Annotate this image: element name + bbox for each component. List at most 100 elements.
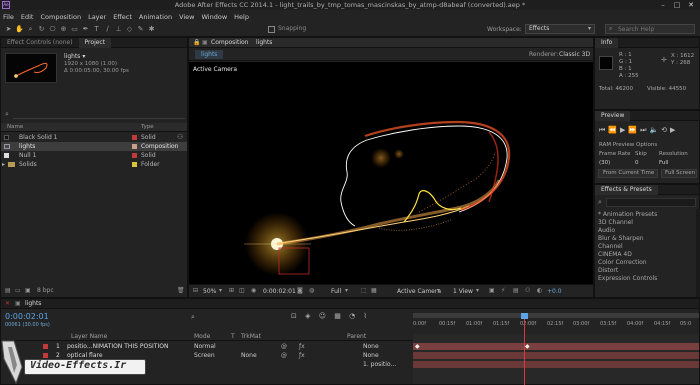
renderer-value[interactable]: Classic 3D (559, 51, 590, 58)
menu-animation[interactable]: Animation (139, 13, 172, 21)
snapping-checkbox[interactable] (268, 26, 275, 33)
graph-editor-icon[interactable]: ⌇ (363, 312, 369, 320)
effects-category[interactable]: Blur & Sharpen (598, 235, 644, 243)
from-current-time-checkbox[interactable]: From Current Time (603, 170, 654, 176)
project-item-black-solid[interactable]: Black Solid 1 Solid (1, 133, 187, 142)
timeline-tab[interactable]: lights (25, 300, 41, 307)
track-area[interactable]: ◆ ◆ (413, 334, 699, 384)
effects-category[interactable]: Expression Controls (598, 275, 657, 283)
eraser-tool-icon[interactable]: ◇ (125, 25, 134, 34)
col-trkmat[interactable]: TrkMat (241, 333, 261, 340)
reset-exposure-icon[interactable]: ◐ (537, 287, 542, 294)
comp-tab-name[interactable]: lights (256, 39, 272, 46)
lock-icon[interactable]: 🔒 (193, 39, 200, 46)
interpret-footage-icon[interactable]: ▤ (5, 287, 11, 294)
pen-tool-icon[interactable]: ✒ (81, 25, 90, 34)
bpc-label[interactable]: 8 bpc (37, 287, 54, 294)
safe-zones-icon[interactable]: ⊞ (229, 287, 234, 294)
effects-search-input[interactable] (606, 198, 696, 207)
keyframe-icon[interactable]: ◆ (525, 343, 530, 350)
toggle-pixel-icon[interactable]: ▣ (489, 287, 495, 294)
zoom-tool-icon[interactable]: ⌕ (26, 25, 35, 34)
keyframe-icon[interactable]: ◆ (415, 343, 420, 350)
tab-preview[interactable]: Preview (595, 110, 631, 121)
shy-icon[interactable]: ☺ (319, 312, 329, 320)
new-comp-icon[interactable]: ▣ (25, 287, 31, 294)
next-frame-icon[interactable]: ⏩ (628, 126, 640, 134)
layer-parent[interactable]: 1. positio... (363, 361, 396, 368)
timeline-search-icon[interactable]: ⌕ (191, 313, 199, 321)
work-area-bar[interactable] (413, 313, 699, 318)
hand-tool-icon[interactable]: ✋ (15, 25, 24, 34)
clone-tool-icon[interactable]: ⊥ (114, 25, 123, 34)
menu-view[interactable]: View (179, 13, 194, 21)
always-preview-icon[interactable]: ⊟ (193, 287, 198, 294)
menu-help[interactable]: Help (234, 13, 249, 21)
layer-parent[interactable]: None (363, 352, 379, 359)
tab-effect-controls[interactable]: Effect Controls (none) (1, 38, 79, 48)
project-search-input[interactable] (13, 110, 185, 119)
skip-select[interactable]: 0 (635, 160, 639, 166)
timeline-icon[interactable]: ▤ (513, 287, 519, 294)
roto-brush-icon[interactable]: ✎ (136, 25, 145, 34)
mask-visibility-icon[interactable]: ◫ (239, 287, 245, 294)
rectangle-tool-icon[interactable]: ▭ (70, 25, 79, 34)
workspace-select[interactable]: Effects (525, 24, 595, 34)
loop-icon[interactable]: ⟲ (661, 126, 670, 134)
col-t[interactable]: T (231, 333, 235, 340)
menu-composition[interactable]: Composition (40, 13, 81, 21)
motion-blur-icon[interactable]: ◔ (349, 312, 358, 320)
fx-icon[interactable]: ƒx (299, 343, 305, 350)
effects-category[interactable]: CINEMA 4D (598, 251, 632, 259)
comp-subtab-lights[interactable]: lights (195, 50, 224, 59)
menu-effect[interactable]: Effect (113, 13, 132, 21)
effects-category[interactable]: Channel (598, 243, 623, 251)
current-time-indicator[interactable] (524, 319, 525, 385)
menu-file[interactable]: File (3, 13, 14, 21)
expand-triangle-icon[interactable]: ▸ (2, 160, 5, 169)
flowchart-icon[interactable]: ⚇ (525, 287, 530, 294)
project-search-icon[interactable]: ⌕ (5, 110, 9, 119)
type-tool-icon[interactable]: T (92, 25, 101, 34)
pickwhip-icon[interactable]: @ (281, 352, 287, 359)
new-folder-icon[interactable]: ▭ (15, 287, 21, 294)
layer-mode[interactable]: Normal (194, 343, 216, 350)
playhead-icon[interactable] (521, 313, 528, 319)
project-item-solids-folder[interactable]: ▸ Solids Folder (1, 160, 187, 169)
tab-effects-presets[interactable]: Effects & Presets (595, 184, 658, 195)
effects-category[interactable]: Color Correction (598, 259, 647, 267)
effects-category[interactable]: Distort (598, 267, 618, 275)
pan-behind-tool-icon[interactable]: ⊕ (59, 25, 68, 34)
views-select[interactable]: 1 View (453, 288, 473, 295)
layer-mode[interactable]: Screen (194, 352, 215, 359)
time-ruler[interactable]: 0:00f 00:15f 01:00f 01:15f 02:00f 02:15f… (413, 311, 699, 333)
composition-viewer[interactable]: Active Camera (189, 62, 593, 284)
project-col-type[interactable]: Type (141, 124, 154, 130)
frame-rate-select[interactable]: (30) (599, 160, 610, 166)
effects-category[interactable]: Audio (598, 227, 615, 235)
first-frame-icon[interactable]: ⏮ (599, 126, 608, 134)
comp-mini-flowchart-icon[interactable]: ⊡ (291, 312, 300, 320)
pickwhip-icon[interactable]: @ (281, 343, 287, 350)
layer-duration-bar[interactable] (413, 352, 699, 359)
ram-preview-icon[interactable]: ▶ (670, 126, 678, 134)
transparency-grid-icon[interactable]: ▦ (371, 287, 377, 294)
camera-tool-icon[interactable]: ⎔ (48, 25, 57, 34)
exposure-value[interactable]: +0.0 (547, 288, 562, 295)
comp-timecode[interactable]: 0:00:02:01 (263, 288, 296, 295)
layer-trkmat[interactable]: None (241, 352, 257, 359)
project-item-null[interactable]: Null 1 Solid (1, 151, 187, 160)
tab-project[interactable]: Project (78, 37, 112, 48)
close-tab-icon[interactable]: ✕ (5, 300, 10, 307)
fast-previews-icon[interactable]: ⚡ (501, 287, 505, 294)
maximize-icon[interactable]: □ (670, 0, 684, 10)
project-col-name[interactable]: Name (7, 124, 23, 130)
brush-tool-icon[interactable]: ∕ (103, 25, 112, 34)
camera-icon[interactable]: ◙ (297, 287, 303, 294)
layer-parent[interactable]: None (363, 343, 379, 350)
camera-view-select[interactable]: Active Camera (397, 288, 441, 295)
resolution-select[interactable]: Full (331, 288, 341, 295)
layer-duration-bar[interactable] (413, 343, 699, 350)
prev-frame-icon[interactable]: ⏪ (608, 126, 620, 134)
menu-layer[interactable]: Layer (88, 13, 106, 21)
